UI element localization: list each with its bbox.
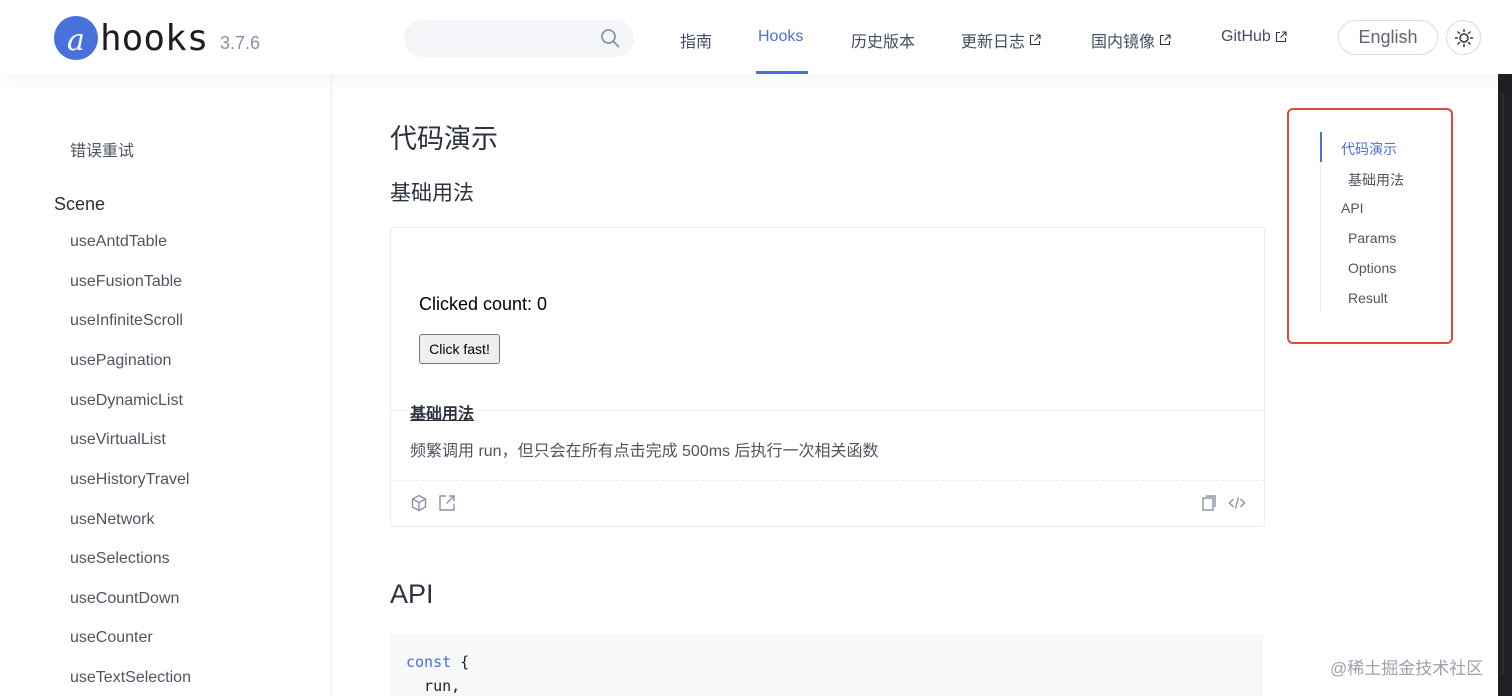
- demo-actions-divider: [391, 480, 1264, 481]
- sidebar-item[interactable]: useVirtualList: [70, 431, 166, 449]
- nav-history-versions[interactable]: 历史版本: [851, 28, 915, 52]
- nav-guide[interactable]: 指南: [680, 28, 712, 52]
- sidebar-item[interactable]: usePagination: [70, 352, 171, 370]
- demo-divider: [391, 410, 1264, 411]
- nav-label: 历史版本: [851, 34, 916, 51]
- toc-item-options[interactable]: Options: [1348, 260, 1396, 276]
- codesandbox-icon[interactable]: [410, 494, 428, 512]
- code-block: const { run,: [390, 634, 1263, 696]
- nav-label: GitHub: [1221, 28, 1271, 45]
- search-icon[interactable]: [600, 28, 620, 48]
- code-text: run,: [406, 677, 461, 695]
- toc-item-basic[interactable]: 基础用法: [1348, 170, 1404, 190]
- click-fast-button[interactable]: Click fast!: [419, 334, 500, 364]
- version-label: 3.7.6: [220, 33, 261, 53]
- sidebar-item[interactable]: useNetwork: [70, 511, 154, 529]
- external-link-icon: [1159, 34, 1171, 46]
- sidebar-item[interactable]: useFusionTable: [70, 273, 182, 291]
- toc-item-demo[interactable]: 代码演示: [1341, 139, 1397, 159]
- watermark: @稀土掘金技术社区: [1330, 659, 1484, 678]
- sun-icon: [1454, 28, 1473, 47]
- nav-label: Hooks: [758, 28, 804, 45]
- sidebar: 错误重试 Scene useAntdTable useFusionTable u…: [0, 74, 332, 696]
- top-header: a hooks 3.7.6 指南 Hooks 历史版本 更新日志 国内镜像 Gi…: [0, 0, 1512, 74]
- sidebar-item[interactable]: useHistoryTravel: [70, 471, 189, 489]
- toc-item-result[interactable]: Result: [1348, 290, 1388, 306]
- sidebar-item[interactable]: useAntdTable: [70, 233, 167, 251]
- toc-active-indicator: [1320, 132, 1322, 162]
- sidebar-item[interactable]: useSelections: [70, 550, 170, 568]
- section-title-demo: 代码演示: [390, 124, 498, 154]
- sidebar-item[interactable]: useDynamicList: [70, 392, 183, 410]
- adjacent-window-edge: [1498, 74, 1512, 696]
- nav-mirror[interactable]: 国内镜像: [1091, 28, 1171, 52]
- sidebar-item[interactable]: useCounter: [70, 629, 153, 647]
- demo-title-link[interactable]: 基础用法: [410, 400, 477, 424]
- nav-github[interactable]: GitHub: [1221, 28, 1287, 46]
- theme-toggle-button[interactable]: [1446, 20, 1481, 55]
- toc-item-params[interactable]: Params: [1348, 230, 1396, 246]
- code-text: {: [451, 653, 470, 671]
- logo[interactable]: a hooks: [54, 16, 208, 60]
- sidebar-item[interactable]: useInfiniteScroll: [70, 312, 183, 330]
- open-external-icon[interactable]: [438, 494, 456, 512]
- copy-icon[interactable]: [1200, 494, 1218, 512]
- sidebar-item-retry[interactable]: 错误重试: [70, 137, 134, 161]
- nav-label: 国内镜像: [1091, 34, 1156, 51]
- logo-text: hooks: [100, 17, 209, 59]
- code-icon[interactable]: [1228, 494, 1246, 512]
- section-subtitle-basic: 基础用法: [390, 182, 474, 205]
- demo-card: Clicked count: 0 Click fast! 基础用法 频繁调用 r…: [390, 227, 1265, 527]
- nav-hooks[interactable]: Hooks: [758, 28, 803, 46]
- nav-label: 指南: [680, 34, 713, 51]
- language-button[interactable]: English: [1338, 20, 1438, 55]
- search-input[interactable]: [404, 20, 634, 57]
- logo-badge: a: [54, 16, 98, 60]
- external-link-icon: [1029, 34, 1041, 46]
- nav-changelog[interactable]: 更新日志: [961, 28, 1041, 52]
- code-line: const {: [406, 653, 469, 671]
- demo-description: 频繁调用 run，但只会在所有点击完成 500ms 后执行一次相关函数: [410, 443, 879, 460]
- active-nav-indicator: [756, 71, 808, 74]
- clicked-count-text: Clicked count: 0: [419, 294, 548, 314]
- sidebar-item[interactable]: useTextSelection: [70, 669, 191, 687]
- code-line: run,: [406, 677, 460, 695]
- sidebar-group-scene: Scene: [54, 194, 106, 214]
- external-link-icon: [1275, 31, 1287, 43]
- nav-label: 更新日志: [961, 34, 1026, 51]
- code-keyword: const: [406, 653, 452, 671]
- sidebar-item[interactable]: useCountDown: [70, 590, 179, 608]
- toc-item-api[interactable]: API: [1341, 200, 1364, 216]
- section-title-api: API: [390, 579, 434, 609]
